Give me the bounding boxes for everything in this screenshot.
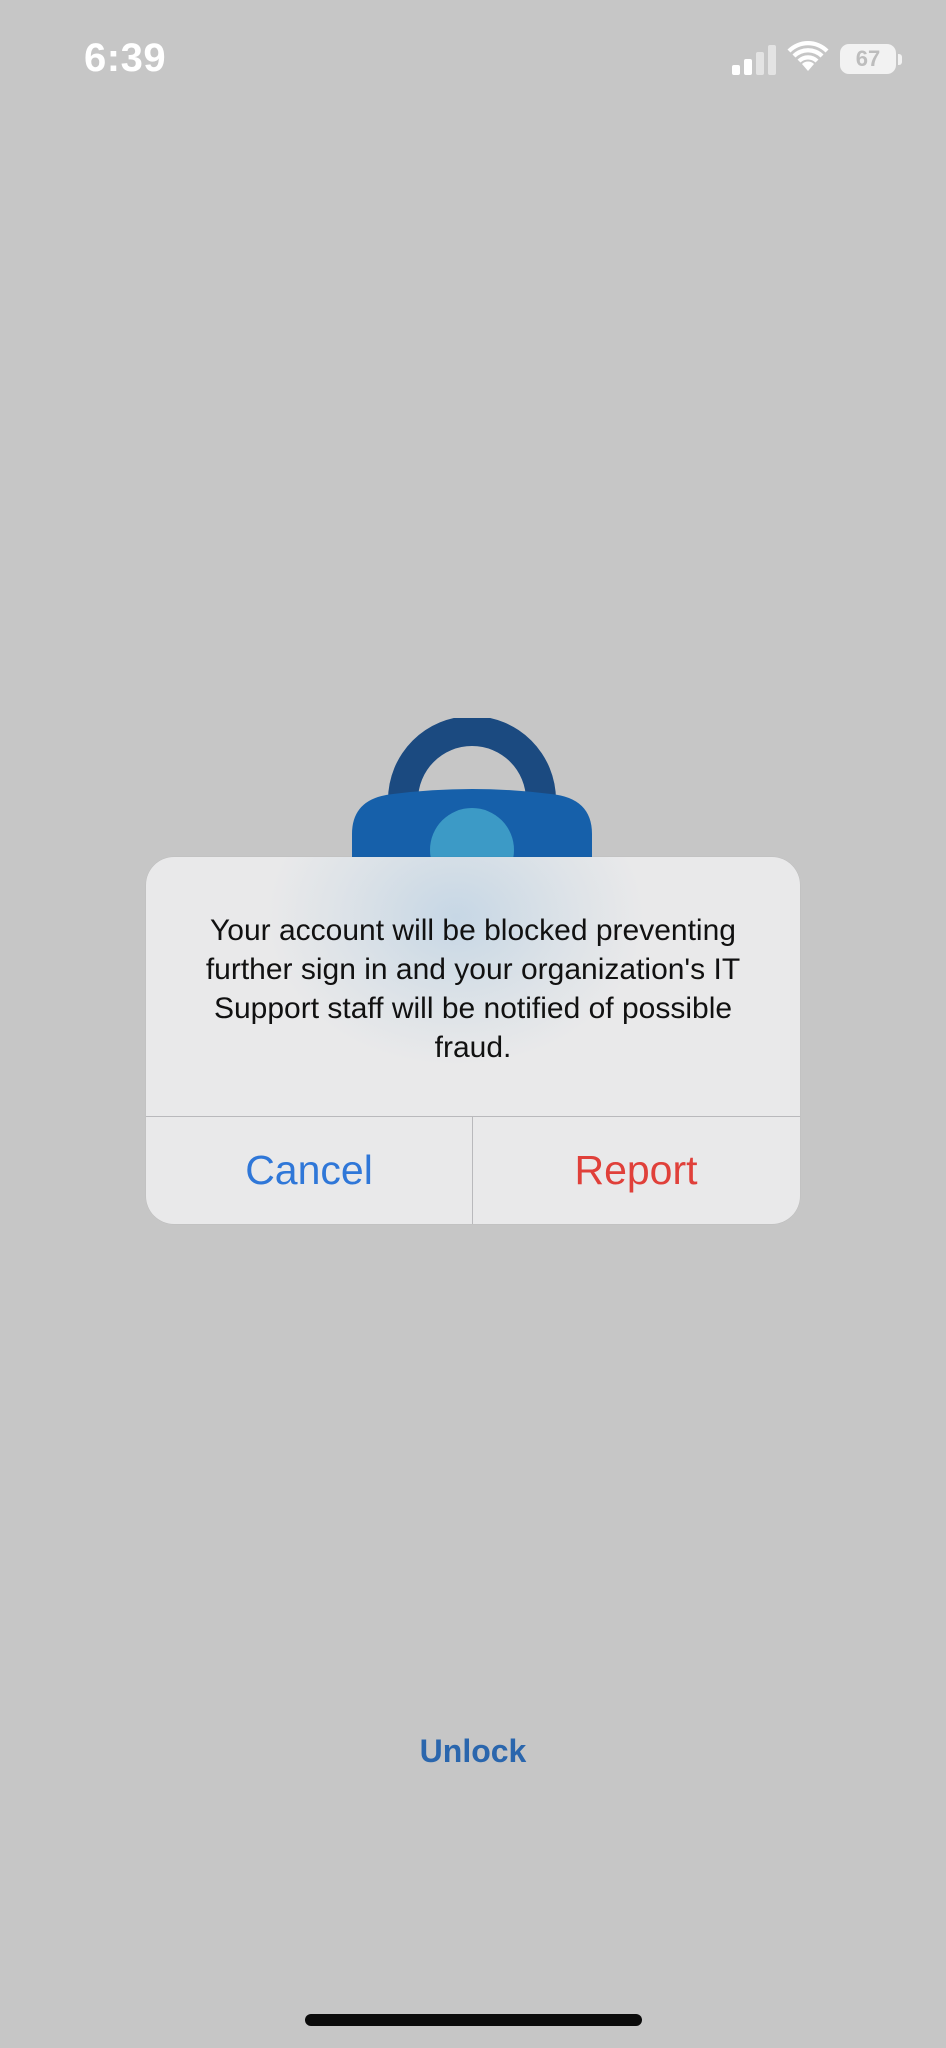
fraud-report-alert: Your account will be blocked preventing … [146, 857, 800, 1224]
cancel-button[interactable]: Cancel [146, 1117, 472, 1224]
unlock-button[interactable]: Unlock [373, 1726, 573, 1776]
report-button[interactable]: Report [473, 1117, 799, 1224]
home-indicator[interactable] [305, 2014, 642, 2026]
alert-message: Your account will be blocked preventing … [205, 914, 741, 1064]
